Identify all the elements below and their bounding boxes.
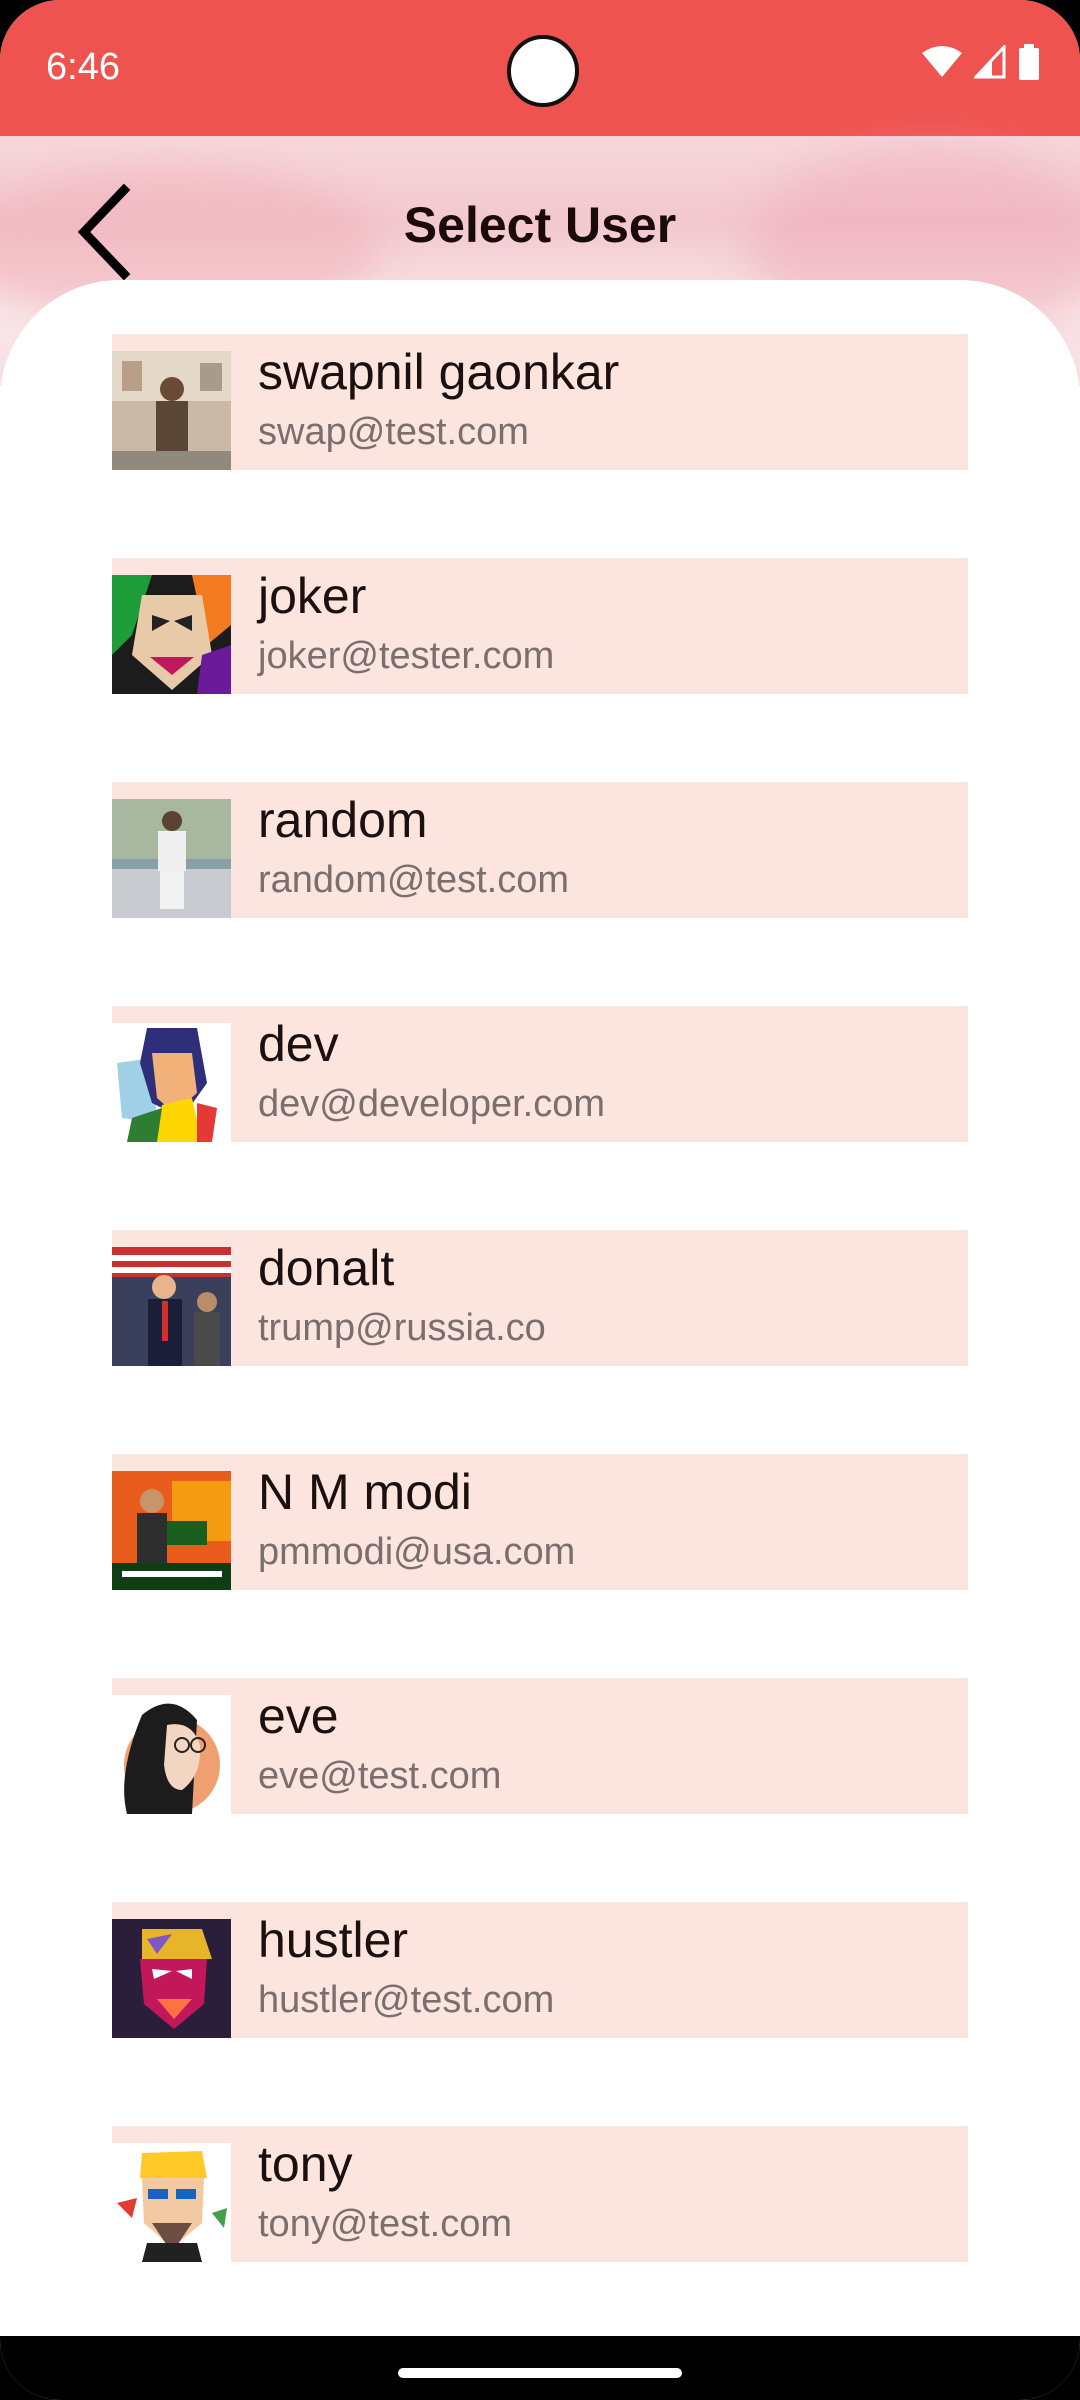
user-list-item[interactable]: dev dev@developer.com [112,1006,968,1142]
user-name: donalt [258,1240,395,1296]
joker-art-icon [112,575,231,694]
user-email: eve@test.com [258,1755,502,1797]
status-time: 6:46 [46,46,120,88]
user-email: dev@developer.com [258,1083,605,1125]
wifi-icon [922,46,962,77]
person-photo-icon [112,799,231,918]
user-avatar [112,1247,231,1366]
user-email: random@test.com [258,859,570,901]
user-text: dev dev@developer.com [231,1006,605,1142]
person-photo-icon [112,1247,231,1366]
user-avatar [112,799,231,918]
user-text: donalt trump@russia.co [231,1230,546,1366]
user-name: random [258,792,428,848]
user-avatar [112,2143,231,2262]
user-list-item[interactable]: eve eve@test.com [112,1678,968,1814]
person-photo-icon [112,351,231,470]
user-text: hustler hustler@test.com [231,1902,554,2038]
user-email: hustler@test.com [258,1979,555,2021]
signal-icon [974,45,1006,79]
user-avatar [112,1695,231,1814]
user-avatar [112,1471,231,1590]
user-list-item[interactable]: donalt trump@russia.co [112,1230,968,1366]
user-name: N M modi [258,1464,472,1520]
home-indicator[interactable] [398,2368,682,2378]
screen: 6:46 Select User swapnil gaonkar swap@te… [0,0,1080,2400]
user-avatar [112,351,231,470]
camera-cutout [507,35,579,107]
illustrated-woman-icon [112,1695,231,1814]
user-list-item[interactable]: joker joker@tester.com [112,558,968,694]
user-list-item[interactable]: tony tony@test.com [112,2126,968,2262]
user-avatar [112,1919,231,2038]
status-bar: 6:46 [0,0,1080,136]
user-name: hustler [258,1912,409,1968]
user-email: swap@test.com [258,411,529,453]
status-icons [922,44,1040,80]
user-name: swapnil gaonkar [258,344,620,400]
user-email: joker@tester.com [258,635,555,677]
navigation-bar [0,2336,1080,2400]
user-text: eve eve@test.com [231,1678,501,1814]
content-sheet: swapnil gaonkar swap@test.com joker joke… [0,280,1080,2330]
user-name: dev [258,1016,339,1072]
user-text: swapnil gaonkar swap@test.com [231,334,619,470]
user-text: tony tony@test.com [231,2126,512,2262]
battery-icon [1019,44,1039,80]
user-text: joker joker@tester.com [231,558,554,694]
user-list-item[interactable]: random random@test.com [112,782,968,918]
user-email: trump@russia.co [258,1307,546,1349]
user-email: tony@test.com [258,2203,512,2245]
user-list-item[interactable]: N M modi pmmodi@usa.com [112,1454,968,1590]
user-text: N M modi pmmodi@usa.com [231,1454,575,1590]
user-avatar [112,575,231,694]
user-name: eve [258,1688,339,1744]
pop-art-portrait-icon [112,1023,231,1142]
pop-art-portrait-icon [112,1919,231,2038]
user-list: swapnil gaonkar swap@test.com joker joke… [112,334,968,2350]
pop-art-portrait-icon [112,2143,231,2262]
user-list-item[interactable]: hustler hustler@test.com [112,1902,968,2038]
user-email: pmmodi@usa.com [258,1531,576,1573]
ad-banner-photo-icon [112,1471,231,1590]
user-avatar [112,1023,231,1142]
user-list-item[interactable]: swapnil gaonkar swap@test.com [112,334,968,470]
user-name: joker [258,568,367,624]
user-name: tony [258,2136,353,2192]
page-title: Select User [403,197,677,253]
user-text: random random@test.com [231,782,569,918]
